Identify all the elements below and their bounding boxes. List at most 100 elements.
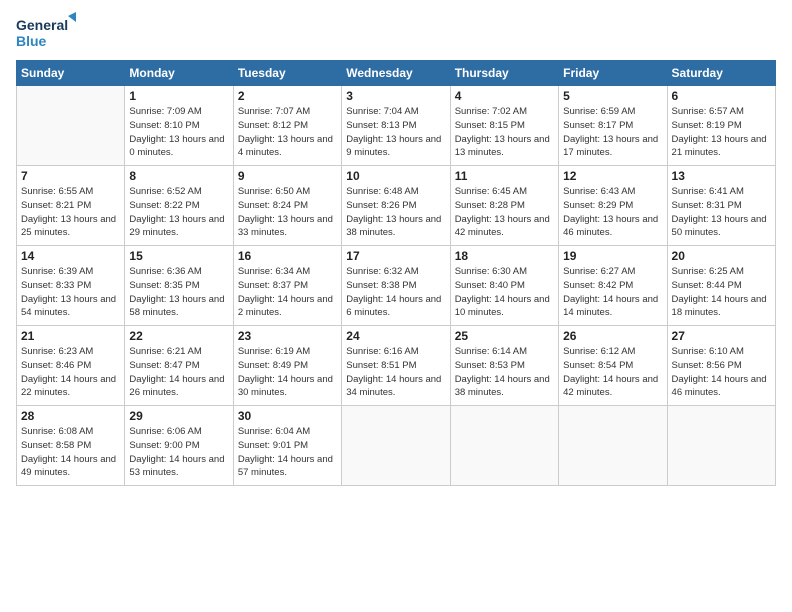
day-number: 20 — [672, 249, 771, 263]
day-number: 18 — [455, 249, 554, 263]
day-info: Sunrise: 6:32 AMSunset: 8:38 PMDaylight:… — [346, 265, 445, 320]
calendar-cell: 23 Sunrise: 6:19 AMSunset: 8:49 PMDayligh… — [233, 326, 341, 406]
day-number: 11 — [455, 169, 554, 183]
calendar-table: SundayMondayTuesdayWednesdayThursdayFrid… — [16, 60, 776, 486]
calendar-cell — [559, 406, 667, 486]
calendar-cell: 6Sunrise: 6:57 AMSunset: 8:19 PMDaylight… — [667, 86, 775, 166]
calendar-cell: 3Sunrise: 7:04 AMSunset: 8:13 PMDaylight… — [342, 86, 450, 166]
day-info: Sunrise: 7:02 AMSunset: 8:15 PMDaylight:… — [455, 105, 554, 160]
calendar-cell — [450, 406, 558, 486]
calendar-cell: 24Sunrise: 6:16 AMSunset: 8:51 PMDayligh… — [342, 326, 450, 406]
day-info: Sunrise: 6:55 AMSunset: 8:21 PMDaylight:… — [21, 185, 120, 240]
svg-text:Blue: Blue — [16, 33, 47, 49]
week-row: 21 Sunrise: 6:23 AMSunset: 8:46 PMDayligh… — [17, 326, 776, 406]
calendar-cell — [17, 86, 125, 166]
day-info: Sunrise: 7:04 AMSunset: 8:13 PMDaylight:… — [346, 105, 445, 160]
calendar-cell: 9 Sunrise: 6:50 AMSunset: 8:24 PMDaylight… — [233, 166, 341, 246]
day-info: Sunrise: 6:39 AMSunset: 8:33 PMDaylight:… — [21, 265, 120, 320]
day-number: 30 — [238, 409, 337, 423]
day-number: 13 — [672, 169, 771, 183]
weekday-header-row: SundayMondayTuesdayWednesdayThursdayFrid… — [17, 61, 776, 86]
day-info: Sunrise: 6:50 AMSunset: 8:24 PMDaylight:… — [238, 185, 337, 240]
day-number: 21 — [21, 329, 120, 343]
day-number: 14 — [21, 249, 120, 263]
calendar-cell: 22 Sunrise: 6:21 AMSunset: 8:47 PMDayligh… — [125, 326, 233, 406]
calendar-cell: 27 Sunrise: 6:10 AMSunset: 8:56 PMDayligh… — [667, 326, 775, 406]
week-row: 1Sunrise: 7:09 AMSunset: 8:10 PMDaylight… — [17, 86, 776, 166]
day-info: Sunrise: 6:41 AMSunset: 8:31 PMDaylight:… — [672, 185, 771, 240]
calendar-cell: 1Sunrise: 7:09 AMSunset: 8:10 PMDaylight… — [125, 86, 233, 166]
day-number: 23 — [238, 329, 337, 343]
day-info: Sunrise: 6:14 AMSunset: 8:53 PMDaylight:… — [455, 345, 554, 400]
weekday-header: Wednesday — [342, 61, 450, 86]
day-info: Sunrise: 7:07 AMSunset: 8:12 PMDaylight:… — [238, 105, 337, 160]
day-info: Sunrise: 6:59 AMSunset: 8:17 PMDaylight:… — [563, 105, 662, 160]
day-number: 26 — [563, 329, 662, 343]
day-info: Sunrise: 6:43 AMSunset: 8:29 PMDaylight:… — [563, 185, 662, 240]
calendar-cell — [342, 406, 450, 486]
calendar-cell: 12 Sunrise: 6:43 AMSunset: 8:29 PMDayligh… — [559, 166, 667, 246]
day-number: 10 — [346, 169, 445, 183]
day-info: Sunrise: 6:57 AMSunset: 8:19 PMDaylight:… — [672, 105, 771, 160]
day-number: 16 — [238, 249, 337, 263]
calendar-cell: 10 Sunrise: 6:48 AMSunset: 8:26 PMDayligh… — [342, 166, 450, 246]
day-number: 8 — [129, 169, 228, 183]
day-number: 24 — [346, 329, 445, 343]
calendar-cell: 21 Sunrise: 6:23 AMSunset: 8:46 PMDayligh… — [17, 326, 125, 406]
weekday-header: Saturday — [667, 61, 775, 86]
calendar-cell: 2 Sunrise: 7:07 AMSunset: 8:12 PMDaylight… — [233, 86, 341, 166]
day-info: Sunrise: 6:08 AMSunset: 8:58 PMDaylight:… — [21, 425, 120, 480]
day-info: Sunrise: 7:09 AMSunset: 8:10 PMDaylight:… — [129, 105, 228, 160]
calendar-cell: 5Sunrise: 6:59 AMSunset: 8:17 PMDaylight… — [559, 86, 667, 166]
day-number: 12 — [563, 169, 662, 183]
calendar-cell: 8 Sunrise: 6:52 AMSunset: 8:22 PMDaylight… — [125, 166, 233, 246]
calendar-cell — [667, 406, 775, 486]
calendar-cell: 26 Sunrise: 6:12 AMSunset: 8:54 PMDayligh… — [559, 326, 667, 406]
day-info: Sunrise: 6:21 AMSunset: 8:47 PMDaylight:… — [129, 345, 228, 400]
day-info: Sunrise: 6:36 AMSunset: 8:35 PMDaylight:… — [129, 265, 228, 320]
week-row: 28 Sunrise: 6:08 AMSunset: 8:58 PMDayligh… — [17, 406, 776, 486]
weekday-header: Sunday — [17, 61, 125, 86]
calendar-cell: 13 Sunrise: 6:41 AMSunset: 8:31 PMDayligh… — [667, 166, 775, 246]
day-number: 15 — [129, 249, 228, 263]
day-info: Sunrise: 6:45 AMSunset: 8:28 PMDaylight:… — [455, 185, 554, 240]
calendar-cell: 30 Sunrise: 6:04 AMSunset: 9:01 PMDayligh… — [233, 406, 341, 486]
calendar-cell: 15 Sunrise: 6:36 AMSunset: 8:35 PMDayligh… — [125, 246, 233, 326]
day-info: Sunrise: 6:30 AMSunset: 8:40 PMDaylight:… — [455, 265, 554, 320]
day-number: 17 — [346, 249, 445, 263]
day-number: 27 — [672, 329, 771, 343]
day-number: 19 — [563, 249, 662, 263]
day-number: 28 — [21, 409, 120, 423]
calendar-cell: 19Sunrise: 6:27 AMSunset: 8:42 PMDayligh… — [559, 246, 667, 326]
weekday-header: Friday — [559, 61, 667, 86]
day-info: Sunrise: 6:04 AMSunset: 9:01 PMDaylight:… — [238, 425, 337, 480]
day-info: Sunrise: 6:48 AMSunset: 8:26 PMDaylight:… — [346, 185, 445, 240]
calendar-cell: 17 Sunrise: 6:32 AMSunset: 8:38 PMDayligh… — [342, 246, 450, 326]
day-number: 7 — [21, 169, 120, 183]
day-number: 25 — [455, 329, 554, 343]
calendar-cell: 18 Sunrise: 6:30 AMSunset: 8:40 PMDayligh… — [450, 246, 558, 326]
calendar-cell: 29 Sunrise: 6:06 AMSunset: 9:00 PMDayligh… — [125, 406, 233, 486]
day-info: Sunrise: 6:52 AMSunset: 8:22 PMDaylight:… — [129, 185, 228, 240]
logo: General Blue — [16, 12, 76, 52]
day-number: 29 — [129, 409, 228, 423]
day-info: Sunrise: 6:06 AMSunset: 9:00 PMDaylight:… — [129, 425, 228, 480]
calendar-cell: 7 Sunrise: 6:55 AMSunset: 8:21 PMDaylight… — [17, 166, 125, 246]
calendar-cell: 14 Sunrise: 6:39 AMSunset: 8:33 PMDayligh… — [17, 246, 125, 326]
day-info: Sunrise: 6:10 AMSunset: 8:56 PMDaylight:… — [672, 345, 771, 400]
calendar-cell: 20 Sunrise: 6:25 AMSunset: 8:44 PMDayligh… — [667, 246, 775, 326]
calendar-cell: 11 Sunrise: 6:45 AMSunset: 8:28 PMDayligh… — [450, 166, 558, 246]
calendar-cell: 16Sunrise: 6:34 AMSunset: 8:37 PMDayligh… — [233, 246, 341, 326]
calendar-cell: 28 Sunrise: 6:08 AMSunset: 8:58 PMDayligh… — [17, 406, 125, 486]
calendar-cell: 4Sunrise: 7:02 AMSunset: 8:15 PMDaylight… — [450, 86, 558, 166]
page-header: General Blue — [16, 12, 776, 52]
day-info: Sunrise: 6:25 AMSunset: 8:44 PMDaylight:… — [672, 265, 771, 320]
weekday-header: Tuesday — [233, 61, 341, 86]
week-row: 7 Sunrise: 6:55 AMSunset: 8:21 PMDaylight… — [17, 166, 776, 246]
day-number: 2 — [238, 89, 337, 103]
day-info: Sunrise: 6:12 AMSunset: 8:54 PMDaylight:… — [563, 345, 662, 400]
day-number: 22 — [129, 329, 228, 343]
day-number: 9 — [238, 169, 337, 183]
day-info: Sunrise: 6:19 AMSunset: 8:49 PMDaylight:… — [238, 345, 337, 400]
day-info: Sunrise: 6:23 AMSunset: 8:46 PMDaylight:… — [21, 345, 120, 400]
